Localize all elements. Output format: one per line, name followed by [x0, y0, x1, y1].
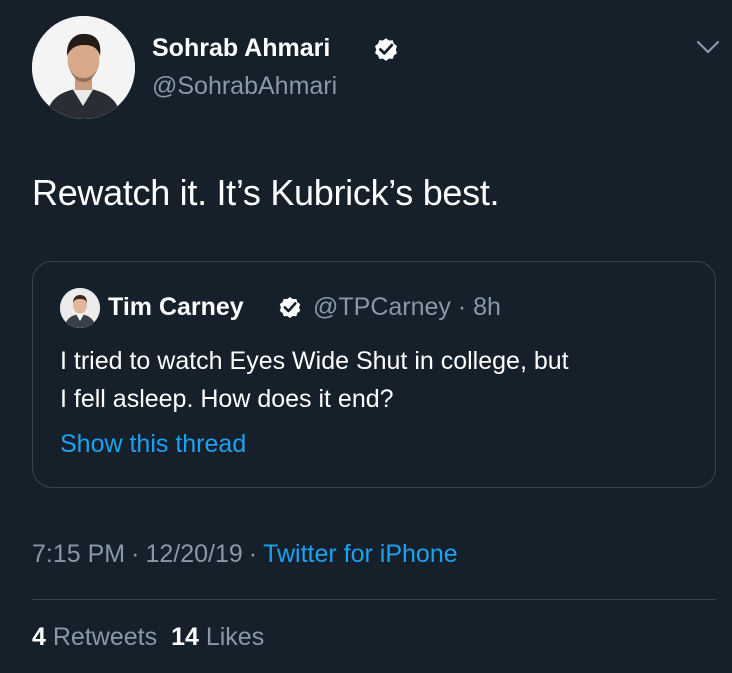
tweet-text: Rewatch it. It’s Kubrick’s best.: [32, 172, 500, 213]
separator: ·: [131, 540, 140, 568]
verified-badge-icon: [372, 35, 400, 63]
tweet-meta: 7:15 PM · 12/20/19 · Twitter for iPhone: [32, 538, 458, 570]
quoted-author-display-name[interactable]: Tim Carney: [108, 291, 244, 323]
likes-label: Likes: [205, 623, 265, 651]
quoted-tweet-text-line: I fell asleep. How does it end?: [60, 385, 394, 413]
quoted-author-avatar[interactable]: [60, 288, 100, 328]
author-avatar[interactable]: [32, 16, 135, 119]
likes-count: 14: [171, 623, 199, 651]
quoted-tweet-time[interactable]: 8h: [473, 293, 501, 321]
likes-stat[interactable]: 14 Likes: [171, 623, 264, 651]
separator: ·: [450, 293, 474, 321]
profile-photo-icon: [60, 288, 100, 328]
quoted-tweet-card[interactable]: Tim Carney @TPCarney · 8h I tried to wat…: [32, 261, 716, 488]
separator: ·: [248, 540, 258, 568]
chevron-down-icon[interactable]: [695, 34, 721, 60]
retweets-label: Retweets: [52, 623, 158, 651]
tweet-source-link[interactable]: Twitter for iPhone: [263, 540, 458, 568]
tweet-time[interactable]: 7:15 PM: [32, 540, 125, 568]
divider: [32, 599, 716, 600]
retweets-stat[interactable]: 4 Retweets: [32, 623, 157, 651]
tweet-stats: 4 Retweets 14 Likes: [32, 621, 264, 653]
retweets-count: 4: [32, 623, 46, 651]
verified-badge-icon: [277, 294, 303, 320]
author-display-name[interactable]: Sohrab Ahmari: [152, 32, 330, 64]
tweet-date[interactable]: 12/20/19: [145, 540, 242, 568]
quoted-tweet-text-line: I tried to watch Eyes Wide Shut in colle…: [60, 347, 569, 375]
quoted-author-handle[interactable]: @TPCarney: [313, 293, 451, 321]
show-thread-link[interactable]: Show this thread: [60, 428, 246, 460]
profile-photo-icon: [32, 16, 135, 119]
author-handle[interactable]: @SohrabAhmari: [152, 70, 337, 102]
quoted-tweet-text: I tried to watch Eyes Wide Shut in colle…: [60, 342, 700, 418]
quoted-author-handle-time: @TPCarney · 8h: [313, 291, 501, 323]
